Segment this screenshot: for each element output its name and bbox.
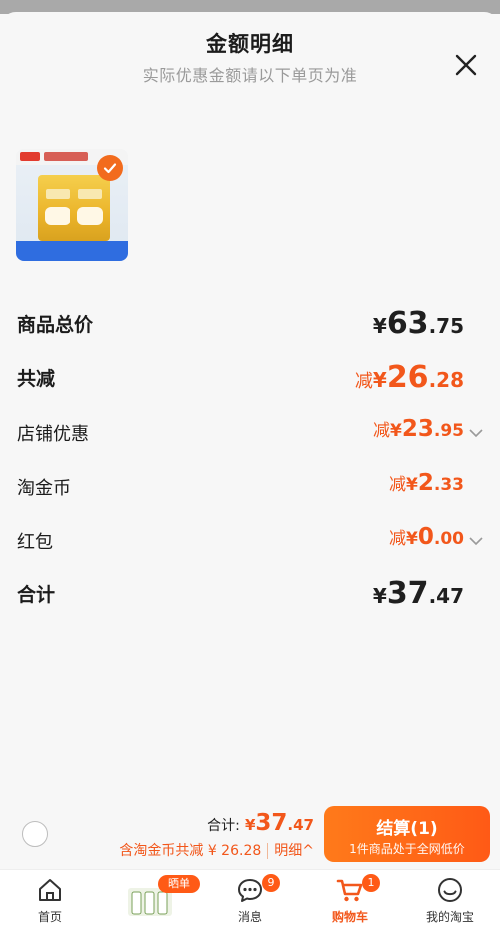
- messages-badge: 9: [262, 874, 280, 892]
- tab-messages[interactable]: 9 消息: [200, 870, 300, 929]
- tab-promo[interactable]: 晒单+1: [100, 870, 200, 929]
- row-grand-total: 合计 ¥37.47: [0, 576, 500, 612]
- row-amount: ¥63.75: [372, 306, 464, 341]
- tab-home[interactable]: 首页: [0, 870, 100, 929]
- checkout-sublabel: 1件商品处于全网低价: [349, 842, 465, 856]
- promo-tag: 晒单+1: [158, 875, 200, 908]
- row-total-discount: 共减 减¥26.28: [0, 360, 500, 396]
- tab-mine[interactable]: 我的淘宝: [400, 870, 500, 929]
- chevron-down-icon[interactable]: [469, 428, 483, 438]
- tab-label: 首页: [37, 910, 62, 924]
- product-thumbnail[interactable]: [16, 149, 128, 261]
- sheet-subtitle: 实际优惠金额请以下单页为准: [142, 66, 358, 85]
- checkout-button[interactable]: 结算(1) 1件商品处于全网低价: [324, 806, 490, 862]
- brand-logo: [20, 152, 40, 161]
- row-subtotal: 商品总价 ¥63.75: [0, 306, 500, 342]
- tab-label: 消息: [237, 910, 262, 924]
- bottom-tab-bar: 首页 晒单+1 9 消息 1 购物车 我的淘宝: [0, 870, 500, 929]
- row-amount: 减¥23.95: [373, 416, 464, 442]
- detail-toggle[interactable]: 明细^: [267, 843, 314, 859]
- row-label: 商品总价: [17, 314, 94, 336]
- row-shop-discount[interactable]: 店铺优惠 减¥23.95: [0, 416, 500, 452]
- row-amount: 减¥2.33: [389, 470, 464, 496]
- row-amount: ¥37.47: [372, 576, 464, 611]
- row-taojinbi: 淘金币 减¥2.33: [0, 470, 500, 506]
- selected-check-icon: [97, 155, 123, 181]
- cart-icon: [336, 879, 363, 902]
- tab-label: 购物车: [331, 910, 368, 924]
- footer-total: 合计: ¥37.47: [207, 810, 314, 836]
- checkout-label: 结算(1): [376, 819, 438, 839]
- footer-savings: 含淘金币共减 ¥ 26.28 明细^: [119, 840, 314, 860]
- row-amount: 减¥0.00: [389, 524, 464, 550]
- sheet-title: 金额明细: [206, 32, 294, 56]
- row-label: 合计: [17, 584, 56, 606]
- message-icon: [238, 879, 262, 902]
- row-label: 红包: [17, 532, 53, 553]
- tab-label: 我的淘宝: [425, 910, 474, 924]
- row-label: 共减: [17, 368, 56, 390]
- row-amount: 减¥26.28: [354, 360, 464, 395]
- row-red-packet[interactable]: 红包 减¥0.00: [0, 524, 500, 560]
- select-all-radio[interactable]: [22, 821, 48, 847]
- savings-text: 含淘金币共减 ¥ 26.28: [119, 843, 262, 859]
- row-label: 淘金币: [17, 478, 71, 499]
- cart-badge: 1: [362, 874, 380, 892]
- chevron-down-icon[interactable]: [469, 536, 483, 546]
- milk-powder-bag: [70, 175, 110, 241]
- row-label: 店铺优惠: [17, 424, 89, 445]
- product-banner: [16, 241, 128, 261]
- tab-cart[interactable]: 1 购物车: [300, 870, 400, 929]
- profile-smile-icon: [438, 878, 462, 902]
- close-icon[interactable]: [452, 51, 480, 79]
- home-icon: [39, 879, 61, 901]
- shop-name-tag: [44, 152, 88, 161]
